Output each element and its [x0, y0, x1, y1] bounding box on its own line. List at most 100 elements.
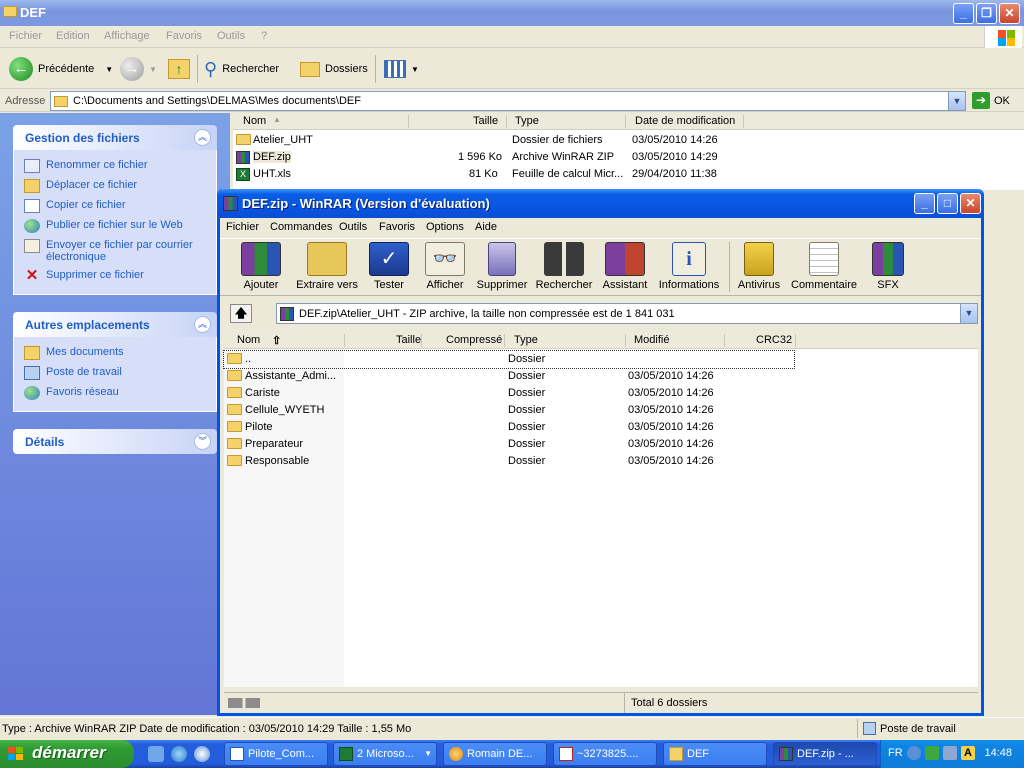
link-label: Publier ce fichier sur le Web	[46, 219, 183, 231]
search-button[interactable]: ⚲ Rechercher	[204, 55, 279, 83]
quicklaunch-media-icon[interactable]	[194, 746, 210, 762]
file-row[interactable]: Atelier_UHT Dossier de fichiers 03/05/20…	[233, 132, 1024, 149]
menu-fichier[interactable]: Fichier	[226, 221, 259, 233]
column-size[interactable]: Taille	[473, 115, 498, 127]
up-folder-button[interactable]: ↑	[168, 55, 190, 83]
collapse-icon[interactable]: ︽	[194, 316, 211, 333]
file-tasks-header[interactable]: Gestion des fichiers ︽	[13, 125, 217, 150]
copy-file-link[interactable]: Copier ce fichier	[14, 196, 216, 216]
menu-edition[interactable]: Edition	[56, 30, 90, 42]
menu-outils[interactable]: Outils	[339, 221, 367, 233]
email-file-link[interactable]: Envoyer ce fichier par courrier électron…	[14, 236, 216, 266]
back-arrow-icon: ←	[9, 57, 33, 81]
maximize-button[interactable]: ❐	[976, 3, 997, 24]
address-input[interactable]: C:\Documents and Settings\DELMAS\Mes doc…	[50, 91, 966, 111]
collapse-icon[interactable]: ︽	[194, 129, 211, 146]
folders-button[interactable]: Dossiers	[300, 55, 368, 83]
tray-security-icon[interactable]	[943, 746, 957, 760]
find-button[interactable]: Rechercher	[533, 242, 595, 291]
language-indicator[interactable]: FR	[888, 747, 903, 759]
close-button[interactable]: ✕	[960, 193, 981, 214]
list-row[interactable]: Preparateur Dossier 03/05/2010 14:26	[224, 436, 978, 453]
taskbar-item-excel[interactable]: 2 Microso... ▼	[333, 742, 437, 766]
list-row-parent[interactable]: .. Dossier	[223, 350, 795, 369]
taskbar-item-def[interactable]: DEF	[663, 742, 767, 766]
computer-icon	[863, 722, 876, 735]
start-button[interactable]: démarrer	[0, 740, 134, 768]
quicklaunch-ie-icon[interactable]	[171, 746, 187, 762]
add-button[interactable]: Ajouter	[236, 242, 286, 291]
details-header[interactable]: Détails ︾	[13, 429, 217, 454]
list-row[interactable]: Pilote Dossier 03/05/2010 14:26	[224, 419, 978, 436]
column-name[interactable]: Nom	[237, 334, 260, 346]
column-size[interactable]: Taille	[396, 334, 421, 346]
menu-help[interactable]: ?	[261, 30, 267, 42]
list-row[interactable]: Cariste Dossier 03/05/2010 14:26	[224, 385, 978, 402]
explorer-title-bar[interactable]: DEF _ ❐ ✕	[0, 0, 1024, 26]
extract-to-button[interactable]: Extraire vers	[291, 242, 363, 291]
taskbar-item-romain[interactable]: Romain DE...	[443, 742, 547, 766]
quicklaunch-desktop-icon[interactable]	[148, 746, 164, 762]
delete-button[interactable]: Supprimer	[475, 242, 529, 291]
minimize-button[interactable]: _	[914, 193, 935, 214]
archive-path-field[interactable]: DEF.zip\Atelier_UHT - ZIP archive, la ta…	[276, 303, 978, 324]
sfx-button[interactable]: SFX	[868, 242, 908, 291]
my-computer-link[interactable]: Poste de travail	[14, 363, 216, 383]
up-one-level-button[interactable]: 🡅	[230, 304, 252, 323]
network-places-link[interactable]: Favoris réseau	[14, 383, 216, 403]
column-modified[interactable]: Modifié	[634, 334, 669, 346]
menu-favoris[interactable]: Favoris	[166, 30, 202, 42]
path-dropdown-button[interactable]: ▼	[960, 304, 977, 323]
maximize-button[interactable]: □	[937, 193, 958, 214]
address-dropdown-button[interactable]: ▼	[948, 92, 965, 110]
minimize-button[interactable]: _	[953, 3, 974, 24]
move-file-link[interactable]: Déplacer ce fichier	[14, 176, 216, 196]
menu-aide[interactable]: Aide	[475, 221, 497, 233]
taskbar-item-pilote[interactable]: Pilote_Com...	[224, 742, 328, 766]
column-compressed[interactable]: Compressé	[446, 334, 502, 346]
view-button[interactable]: 👓 Afficher	[422, 242, 468, 291]
add-archive-icon	[241, 242, 281, 276]
forward-button[interactable]: → ▼	[120, 55, 157, 83]
menu-commandes[interactable]: Commandes	[270, 221, 332, 233]
menu-fichier[interactable]: Fichier	[9, 30, 42, 42]
wizard-button[interactable]: Assistant	[600, 242, 650, 291]
tray-network-icon[interactable]	[925, 746, 939, 760]
taskbar-item-pdf[interactable]: ~3273825....	[553, 742, 657, 766]
row-name: Assistante_Admi...	[245, 370, 337, 382]
info-button[interactable]: i Informations	[656, 242, 722, 291]
tray-warning-icon[interactable]: A	[961, 746, 975, 760]
back-button[interactable]: ← Précédente ▼	[9, 55, 113, 83]
file-row[interactable]: DEF.zip 1 596 Ko Archive WinRAR ZIP 03/0…	[233, 149, 1024, 166]
column-crc32[interactable]: CRC32	[756, 334, 792, 346]
rename-file-link[interactable]: Renommer ce fichier	[14, 156, 216, 176]
list-row[interactable]: Responsable Dossier 03/05/2010 14:26	[224, 453, 978, 470]
list-row[interactable]: Assistante_Admi... Dossier 03/05/2010 14…	[224, 368, 978, 385]
close-button[interactable]: ✕	[999, 3, 1020, 24]
column-date[interactable]: Date de modification	[635, 115, 735, 127]
delete-file-link[interactable]: ✕ Supprimer ce fichier	[14, 266, 216, 286]
antivirus-button[interactable]: Antivirus	[735, 242, 783, 291]
menu-outils[interactable]: Outils	[217, 30, 245, 42]
menu-options[interactable]: Options	[426, 221, 464, 233]
taskbar-item-winrar[interactable]: DEF.zip - ...	[773, 742, 877, 766]
my-documents-link[interactable]: Mes documents	[14, 343, 216, 363]
go-button[interactable]: ➔ OK	[972, 92, 1010, 109]
winrar-title-bar[interactable]: DEF.zip - WinRAR (Version d'évaluation) …	[217, 189, 984, 218]
tray-expand-icon[interactable]	[907, 746, 921, 760]
rename-icon	[24, 159, 40, 173]
expand-icon[interactable]: ︾	[194, 433, 211, 450]
comment-button[interactable]: Commentaire	[791, 242, 857, 291]
file-row[interactable]: X UHT.xls 81 Ko Feuille de calcul Micr..…	[233, 166, 1024, 183]
menu-favoris[interactable]: Favoris	[379, 221, 415, 233]
column-type[interactable]: Type	[514, 334, 538, 346]
test-button[interactable]: ✓ Tester	[368, 242, 410, 291]
views-button[interactable]: ▼	[384, 55, 419, 83]
chevron-down-icon[interactable]: ▼	[105, 65, 113, 74]
list-row[interactable]: Cellule_WYETH Dossier 03/05/2010 14:26	[224, 402, 978, 419]
column-name[interactable]: Nom	[243, 115, 266, 127]
publish-web-link[interactable]: Publier ce fichier sur le Web	[14, 216, 216, 236]
column-type[interactable]: Type	[515, 115, 539, 127]
other-places-header[interactable]: Autres emplacements ︽	[13, 312, 217, 337]
menu-affichage[interactable]: Affichage	[104, 30, 150, 42]
